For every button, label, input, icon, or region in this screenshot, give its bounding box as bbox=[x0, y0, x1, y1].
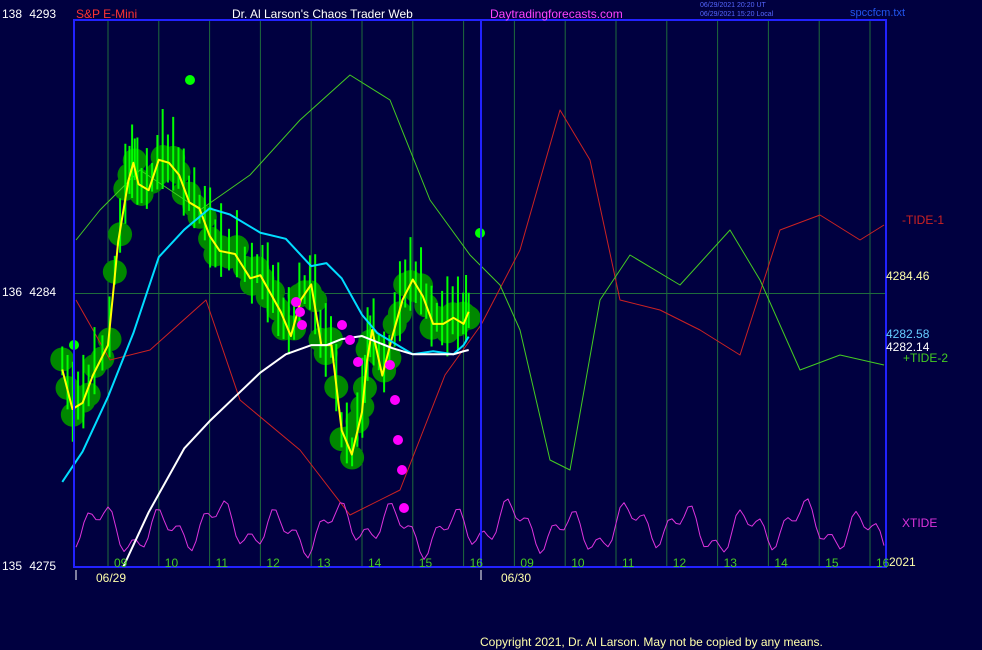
y-axis-bottom-right: 4275 bbox=[29, 559, 57, 573]
low-dot bbox=[399, 503, 409, 513]
tide2-label: +TIDE-2 bbox=[903, 351, 949, 365]
copyright: Copyright 2021, Dr. Al Larson. May not b… bbox=[480, 635, 823, 649]
timestamp-local: 06/29/2021 15:20 Local bbox=[700, 11, 774, 18]
y-axis-mid-left: 136 bbox=[2, 285, 23, 299]
hour-label: 09 bbox=[520, 556, 534, 570]
low-dot bbox=[353, 357, 363, 367]
cyan-ma-line bbox=[61, 207, 470, 483]
xtide-label: XTIDE bbox=[902, 516, 938, 530]
site-link[interactable]: Daytradingforecasts.com bbox=[490, 8, 623, 21]
low-dot bbox=[291, 297, 301, 307]
white-ma-line bbox=[122, 335, 469, 568]
hour-label: 10 bbox=[164, 556, 179, 570]
y-axis-bottom-left: 135 bbox=[2, 559, 23, 573]
hour-label: 13 bbox=[317, 556, 331, 570]
low-dot bbox=[393, 435, 403, 445]
y-axis-top-label: 138 4293 bbox=[2, 8, 56, 21]
y-axis-mid-label: 136 4284 bbox=[2, 286, 56, 299]
hour-label: 11 bbox=[622, 556, 635, 570]
date-label-day1: 06/29 bbox=[96, 571, 127, 585]
low-dot bbox=[345, 335, 355, 345]
hour-label: 13 bbox=[723, 556, 737, 570]
low-dot bbox=[390, 395, 400, 405]
hour-label: 14 bbox=[368, 556, 382, 570]
hour-label: 12 bbox=[672, 556, 687, 570]
price-label-yellow: 4284.46 bbox=[886, 269, 930, 283]
chart-svg bbox=[50, 19, 887, 580]
y-axis-mid-right: 4284 bbox=[29, 285, 57, 299]
low-dot bbox=[337, 320, 347, 330]
symbol-title: S&P E-Mini bbox=[76, 7, 138, 21]
hour-label: 14 bbox=[774, 556, 788, 570]
hour-label: 10 bbox=[571, 556, 585, 570]
data-file-label: spccfcm.txt bbox=[850, 7, 906, 19]
hour-label: 09 bbox=[114, 556, 128, 570]
chart-title: Dr. Al Larson's Chaos Trader Web bbox=[232, 7, 413, 21]
timestamp-utc: 06/29/2021 20:20 UT bbox=[700, 2, 766, 9]
y-axis-top-right: 4293 bbox=[29, 7, 57, 21]
tide1-label: -TIDE-1 bbox=[902, 213, 944, 227]
hour-label: 15 bbox=[418, 556, 433, 570]
hour-label: 16 bbox=[876, 556, 890, 570]
low-dot bbox=[385, 360, 395, 370]
hour-label: 11 bbox=[215, 556, 229, 570]
high-dot bbox=[185, 75, 195, 85]
y-axis-bottom-label: 135 4275 bbox=[2, 560, 56, 573]
hour-label: 12 bbox=[266, 556, 280, 570]
low-dot bbox=[297, 320, 307, 330]
y-axis-top-left: 138 bbox=[2, 7, 23, 21]
hour-label: 15 bbox=[825, 556, 839, 570]
low-dot bbox=[295, 307, 305, 317]
low-dot bbox=[397, 465, 407, 475]
year-label: 2021 bbox=[889, 555, 916, 569]
date-label-day2: 06/30 bbox=[501, 571, 532, 585]
hour-label: 16 bbox=[469, 556, 483, 570]
